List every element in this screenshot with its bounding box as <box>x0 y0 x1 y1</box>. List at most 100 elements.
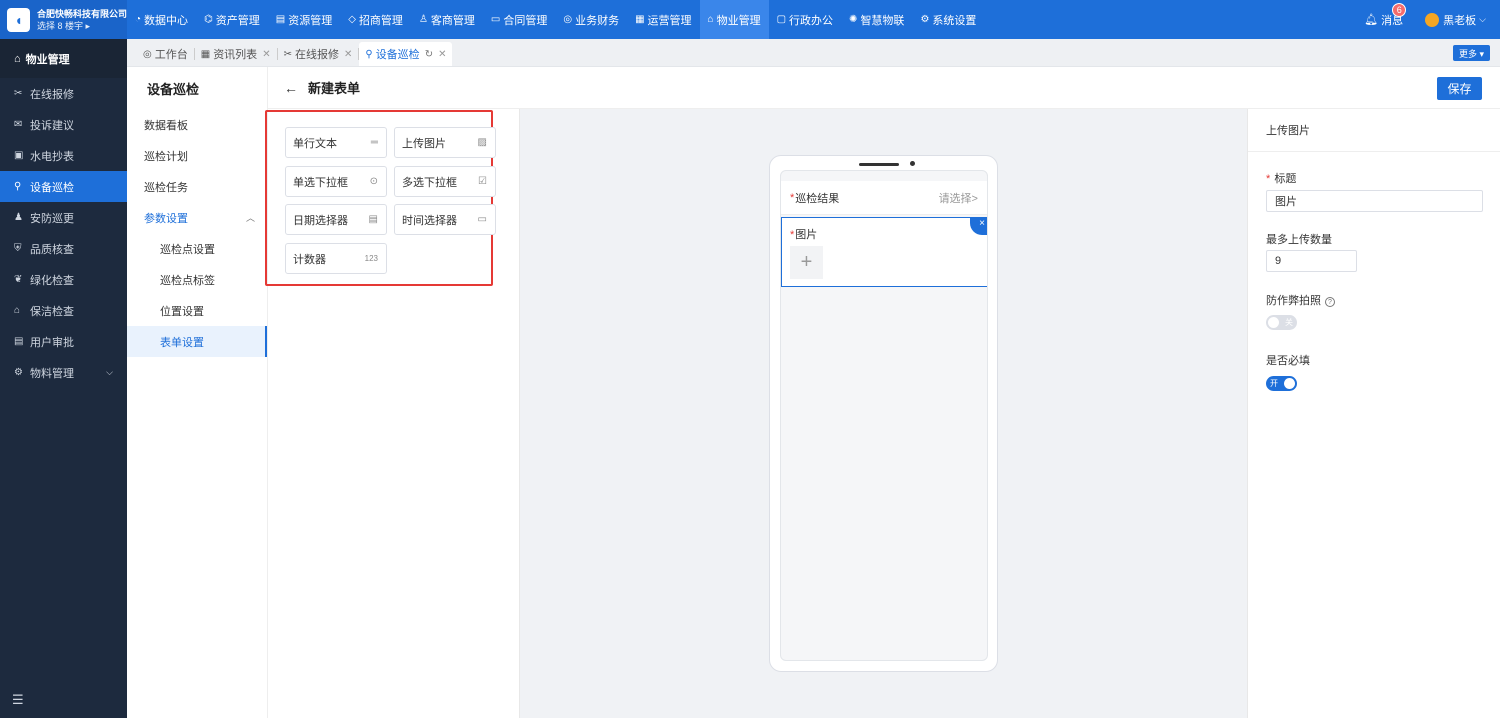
submenu-child-form-settings[interactable]: 表单设置 <box>127 326 267 357</box>
nav-investment[interactable]: ◇ 招商管理 <box>340 0 411 39</box>
nav-office[interactable]: ▢ 行政办公 <box>769 0 841 39</box>
phone-speaker <box>859 163 899 166</box>
tab-online-repair[interactable]: ✂ 在线报修 ✕ <box>278 42 359 66</box>
location-icon: ⚲ <box>365 48 373 60</box>
max-upload-label: 最多上传数量 <box>1266 234 1332 246</box>
refresh-icon[interactable]: ↻ <box>425 49 433 60</box>
nav-asset[interactable]: ⌬ 资产管理 <box>196 0 268 39</box>
required-toggle[interactable]: 开 <box>1266 376 1297 391</box>
component-single-line-text[interactable]: 单行文本 ═ <box>285 127 387 158</box>
box-icon: ⚙ <box>14 367 23 378</box>
resource-icon: ▤ <box>275 14 286 25</box>
phone-camera <box>910 161 915 166</box>
module-nav: ◔ 数据中心 ⌬ 资产管理 ▤ 资源管理 ◇ 招商管理 ♙ 客商管理 ▭ 合同管理 ◎ 业务财… <box>127 0 984 39</box>
bell-icon: 🔔︎ <box>1364 14 1379 26</box>
submenu-child-point-tags[interactable]: 巡检点标签 <box>127 264 267 295</box>
back-arrow-icon[interactable]: ← <box>284 80 298 96</box>
required-label: 是否必填 <box>1266 355 1310 367</box>
close-icon[interactable]: ✕ <box>438 49 446 60</box>
whale-logo-icon: ◖ <box>7 7 30 32</box>
home-icon: ⌂ <box>14 52 21 65</box>
help-icon[interactable]: ? <box>1325 297 1335 307</box>
mail-icon: ✉ <box>14 119 23 130</box>
submenu-item-params[interactable]: 参数设置 ︿ <box>127 202 267 233</box>
page-header: ← 新建表单 保存 <box>268 67 1500 109</box>
submenu-item-plan[interactable]: 巡检计划 <box>127 140 267 171</box>
brand[interactable]: ◖ 合肥快畅科技有限公司 选择 8 楼宇 ▸ <box>0 0 127 39</box>
component-palette: 单行文本 ═ 上传图片 ▨ 单选下拉框 ⊙ 多选下拉框 ☑ 日期选择器 ▤ 时间选择器 ▭ … <box>265 109 520 718</box>
component-single-select[interactable]: 单选下拉框 ⊙ <box>285 166 387 197</box>
nav-operation[interactable]: ▦ 运营管理 <box>627 0 699 39</box>
nav-resource[interactable]: ▤ 资源管理 <box>268 0 340 39</box>
sidebar-item-approval[interactable]: ▤ 用户审批 <box>0 326 127 357</box>
nav-settings[interactable]: ⚙ 系统设置 <box>912 0 984 39</box>
tab-equipment-inspection[interactable]: ⚲ 设备巡检 ↻ ✕ <box>359 42 453 66</box>
anti-cheat-label: 防作弊拍照? <box>1266 292 1335 308</box>
nav-merchant[interactable]: ♙ 客商管理 <box>411 0 483 39</box>
sidebar-item-inspection[interactable]: ⚲ 设备巡检 <box>0 171 127 202</box>
message-count-badge: 6 <box>1392 2 1407 17</box>
document-icon: ▭ <box>490 14 501 25</box>
title-input[interactable]: 图片 <box>1266 190 1483 212</box>
sidebar-item-quality[interactable]: ⛨ 品质核查 <box>0 233 127 264</box>
nav-data-center[interactable]: ◔ 数据中心 <box>127 0 196 39</box>
delete-field-icon[interactable]: × <box>970 217 987 235</box>
submenu-item-task[interactable]: 巡检任务 <box>127 171 267 202</box>
news-icon: ▦ <box>200 48 211 60</box>
chevron-down-icon: ⌵ <box>1479 14 1486 24</box>
preview-field-inspection-result[interactable]: * 巡检结果 请选择> <box>781 181 987 215</box>
component-upload-image[interactable]: 上传图片 ▨ <box>394 127 496 158</box>
property-panel-title: 上传图片 <box>1248 109 1500 152</box>
save-button[interactable]: 保存 <box>1437 77 1482 100</box>
sidebar-item-patrol[interactable]: ♟ 安防巡更 <box>0 202 127 233</box>
submenu-child-location[interactable]: 位置设置 <box>127 295 267 326</box>
preview-field-image[interactable]: *图片 + × <box>781 217 987 287</box>
coin-icon: ◎ <box>563 14 573 25</box>
list-icon: ▤ <box>14 336 24 347</box>
collapse-menu-icon[interactable]: ☰ <box>12 692 24 708</box>
property-panel: 上传图片 * 标题 图片 最多上传数量 9 防作弊拍照? 关 是否必填 开 <box>1247 109 1500 718</box>
tools-icon: ✂ <box>283 48 292 60</box>
max-upload-input[interactable]: 9 <box>1266 250 1357 272</box>
iot-icon: ✺ <box>849 14 858 25</box>
nav-property[interactable]: ⌂ 物业管理 <box>699 0 769 39</box>
user-menu[interactable]: 黑老板 ⌵ <box>1425 12 1486 28</box>
people-icon: ♙ <box>418 14 428 25</box>
gear-icon: ⚙ <box>920 14 930 25</box>
diamond-icon: ◇ <box>348 14 356 25</box>
phone-preview: * 巡检结果 请选择> *图片 + × <box>769 155 998 672</box>
nav-iot[interactable]: ✺ 智慧物联 <box>841 0 912 39</box>
clock-icon: ▭ <box>477 214 487 225</box>
nav-finance[interactable]: ◎ 业务财务 <box>555 0 627 39</box>
close-icon[interactable]: ✕ <box>262 49 270 60</box>
submenu-title: 设备巡检 <box>147 81 200 97</box>
component-time-picker[interactable]: 时间选择器 ▭ <box>394 204 496 235</box>
location-icon: ⚲ <box>14 181 22 192</box>
component-counter[interactable]: 计数器 123 <box>285 243 387 274</box>
submenu-child-point-settings[interactable]: 巡检点设置 <box>127 233 267 264</box>
top-navbar: ◖ 合肥快畅科技有限公司 选择 8 楼宇 ▸ ◔ 数据中心 ⌬ 资产管理 ▤ 资源管理… <box>0 0 1500 39</box>
messages-button[interactable]: 🔔︎ 消息 6 <box>1364 2 1407 28</box>
close-icon[interactable]: ✕ <box>344 49 352 60</box>
add-image-button[interactable]: + <box>790 246 823 279</box>
tab-news-list[interactable]: ▦ 资讯列表 ✕ <box>195 42 277 66</box>
sidebar: ⌂ 物业管理 ✂ 在线报修 ✉ 投诉建议 ▣ 水电抄表 ⚲ 设备巡检 ♟ 安防巡更 ⛨ 品质核… <box>0 39 127 718</box>
tools-icon: ✂ <box>14 88 23 99</box>
component-multi-select[interactable]: 多选下拉框 ☑ <box>394 166 496 197</box>
nav-contract[interactable]: ▭ 合同管理 <box>483 0 555 39</box>
building-selector[interactable]: 选择 8 楼宇 ▸ <box>37 20 127 32</box>
sidebar-item-cleaning[interactable]: ⌂ 保洁检查 <box>0 295 127 326</box>
number-icon: 123 <box>364 254 378 263</box>
sidebar-item-greening[interactable]: ❦ 绿化检查 <box>0 264 127 295</box>
sidebar-item-meter[interactable]: ▣ 水电抄表 <box>0 140 127 171</box>
sidebar-item-complaint[interactable]: ✉ 投诉建议 <box>0 109 127 140</box>
submenu-item-dashboard[interactable]: 数据看板 <box>127 109 267 140</box>
grid-icon: ▦ <box>635 14 645 25</box>
more-tabs-button[interactable]: 更多 ▾ <box>1452 45 1490 61</box>
chevron-up-icon: ︿ <box>245 213 255 223</box>
sidebar-item-material[interactable]: ⚙ 物料管理 ⌵ <box>0 357 127 388</box>
sidebar-item-repair[interactable]: ✂ 在线报修 <box>0 78 127 109</box>
anti-cheat-toggle[interactable]: 关 <box>1266 315 1297 330</box>
component-date-picker[interactable]: 日期选择器 ▤ <box>285 204 387 235</box>
tab-workbench[interactable]: ◎ 工作台 <box>137 42 194 66</box>
